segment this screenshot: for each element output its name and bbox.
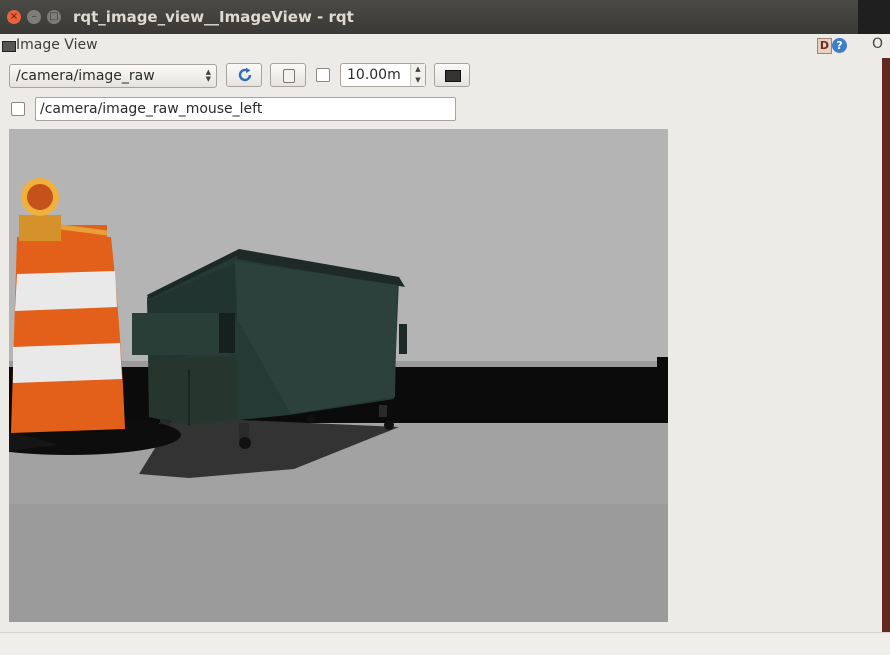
- mouse-topic-input[interactable]: [40, 101, 450, 117]
- panel-title: Image View: [16, 37, 98, 53]
- background-window-strip: [882, 58, 890, 634]
- panel-close-button[interactable]: O: [872, 36, 883, 52]
- smooth-spinbox[interactable]: 10.00m ▲ ▼: [340, 63, 426, 87]
- window-titlebar: × – □ rqt_image_view__ImageView - rqt: [0, 0, 890, 34]
- close-icon: ×: [9, 11, 19, 22]
- debug-button[interactable]: D: [817, 38, 832, 54]
- publish-mouse-checkbox[interactable]: [11, 102, 25, 116]
- wall-post: [657, 357, 668, 417]
- help-icon[interactable]: ?: [832, 38, 847, 53]
- zoom-checkbox[interactable]: [316, 68, 330, 82]
- mouse-topic-field[interactable]: [35, 97, 456, 121]
- refresh-icon: [238, 67, 252, 82]
- topic-combobox-value: /camera/image_raw: [16, 68, 155, 84]
- fit-window-icon: [445, 70, 461, 82]
- window-close-button[interactable]: ×: [7, 10, 21, 24]
- refresh-topics-button[interactable]: [226, 63, 262, 87]
- smooth-spinbox-value: 10.00m: [347, 67, 401, 83]
- updown-arrows-icon: ▲ ▼: [205, 68, 211, 83]
- save-icon: [283, 69, 295, 83]
- window-title: rqt_image_view__ImageView - rqt: [73, 8, 354, 26]
- save-image-button[interactable]: [270, 63, 306, 87]
- window-minimize-button[interactable]: –: [27, 10, 41, 24]
- background-window-edge: [858, 0, 890, 34]
- camera-image[interactable]: [9, 129, 668, 622]
- spin-arrows-icon[interactable]: ▲ ▼: [410, 64, 425, 86]
- maximize-icon: □: [49, 11, 59, 22]
- fit-window-button[interactable]: [434, 63, 470, 87]
- image-view-icon: [2, 41, 16, 52]
- status-bar: [0, 632, 890, 655]
- window-maximize-button[interactable]: □: [47, 10, 61, 24]
- minimize-icon: –: [31, 11, 37, 22]
- topic-combobox[interactable]: /camera/image_raw ▲ ▼: [9, 64, 217, 88]
